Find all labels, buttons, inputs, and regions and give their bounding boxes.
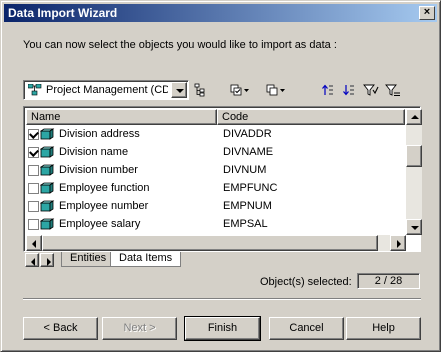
- hierarchy-icon: [194, 83, 205, 97]
- tab-data-items[interactable]: Data Items: [110, 252, 182, 267]
- scroll-left-button[interactable]: [26, 235, 42, 251]
- row-name-cell: Employee function: [26, 182, 217, 194]
- row-checkbox[interactable]: [28, 182, 39, 194]
- vertical-scrollbar[interactable]: [406, 109, 422, 235]
- row-code: DIVNAME: [223, 146, 274, 158]
- table-row[interactable]: Division name DIVNAME: [26, 143, 405, 161]
- scroll-up-button[interactable]: [406, 109, 422, 125]
- tab-entities[interactable]: Entities: [61, 252, 116, 267]
- wizard-window: Data Import Wizard × You can now select …: [0, 0, 441, 352]
- cancel-button[interactable]: Cancel: [269, 317, 344, 340]
- row-checkbox[interactable]: [28, 218, 39, 230]
- column-header-code[interactable]: Code: [217, 109, 405, 125]
- row-name-cell: Division number: [26, 164, 217, 176]
- finish-button-label: Finish: [207, 322, 238, 334]
- row-name: Division number: [59, 164, 138, 176]
- horizontal-scroll-thumb[interactable]: [42, 235, 378, 251]
- close-icon: ×: [423, 6, 431, 18]
- next-button[interactable]: Next >: [102, 317, 177, 340]
- row-checkbox[interactable]: [28, 128, 39, 140]
- back-button[interactable]: < Back: [23, 317, 98, 340]
- entity-icon: [40, 200, 55, 212]
- row-code: EMPFUNC: [223, 182, 278, 194]
- scroll-right-button[interactable]: [390, 235, 406, 251]
- row-checkbox[interactable]: [28, 164, 39, 176]
- separator: [23, 298, 421, 300]
- dropdown-arrow-icon[interactable]: [171, 82, 187, 98]
- hierarchy-button[interactable]: [191, 81, 209, 99]
- row-name-cell: Division address: [26, 128, 217, 140]
- filter-icon: [363, 84, 379, 96]
- close-button[interactable]: ×: [419, 6, 435, 20]
- tab-scroll-left-button[interactable]: [25, 253, 39, 267]
- table-row[interactable]: Division number DIVNUM: [26, 161, 405, 179]
- next-button-label: Next >: [123, 322, 156, 334]
- select-all-icon: [230, 84, 249, 96]
- tab-bar: Entities Data Items: [23, 252, 421, 268]
- row-code: EMPNUM: [223, 200, 272, 212]
- list-header: Name Code: [26, 109, 405, 125]
- row-name: Division name: [59, 146, 129, 158]
- objects-list: Name Code Division address DIVADDR Divisio…: [23, 106, 422, 252]
- help-button[interactable]: Help: [346, 317, 421, 340]
- scroll-down-button[interactable]: [406, 219, 422, 235]
- row-name: Employee number: [59, 200, 149, 212]
- clear-filter-button[interactable]: [384, 81, 402, 99]
- model-icon: [28, 84, 42, 96]
- entity-icon: [40, 218, 55, 230]
- row-code: DIVADDR: [223, 128, 272, 140]
- entity-icon: [40, 146, 55, 158]
- row-code: DIVNUM: [223, 164, 267, 176]
- back-button-label: < Back: [43, 322, 78, 334]
- filter-button[interactable]: [362, 81, 380, 99]
- row-code: EMPSAL: [223, 218, 268, 230]
- move-down-button[interactable]: [340, 81, 358, 99]
- move-down-icon: [343, 85, 354, 96]
- instruction-text: You can now select the objects you would…: [23, 39, 337, 51]
- window-title: Data Import Wizard: [8, 6, 118, 20]
- row-name-cell: Division name: [26, 146, 217, 158]
- row-name: Employee function: [59, 182, 150, 194]
- table-row[interactable]: Employee number EMPNUM: [26, 197, 405, 215]
- move-up-icon: [322, 84, 333, 95]
- title-bar: Data Import Wizard ×: [4, 4, 437, 22]
- row-name: Employee salary: [59, 218, 141, 230]
- deselect-all-button[interactable]: [261, 81, 291, 99]
- horizontal-scrollbar[interactable]: [26, 235, 406, 251]
- select-all-button[interactable]: [225, 81, 255, 99]
- finish-button[interactable]: Finish: [184, 316, 261, 341]
- selection-count-value: 2 / 28: [357, 273, 420, 289]
- row-name-cell: Employee salary: [26, 218, 217, 230]
- row-checkbox[interactable]: [28, 200, 39, 212]
- deselect-all-icon: [266, 84, 285, 96]
- table-row[interactable]: Division address DIVADDR: [26, 125, 405, 143]
- column-header-name[interactable]: Name: [26, 109, 217, 125]
- table-row[interactable]: Employee function EMPFUNC: [26, 179, 405, 197]
- model-select-value: Project Management (CDM): [46, 84, 168, 96]
- row-name: Division address: [59, 128, 140, 140]
- vertical-scroll-thumb[interactable]: [406, 145, 422, 167]
- selection-count-label: Object(s) selected:: [260, 276, 352, 288]
- entity-icon: [40, 128, 55, 140]
- help-button-label: Help: [372, 322, 395, 334]
- move-up-button[interactable]: [319, 81, 337, 99]
- clear-filter-icon: [385, 84, 400, 96]
- list-rows: Division address DIVADDR Division name DIVN…: [26, 125, 405, 233]
- entity-icon: [40, 164, 55, 176]
- entity-icon: [40, 182, 55, 194]
- row-checkbox[interactable]: [28, 146, 39, 158]
- row-name-cell: Employee number: [26, 200, 217, 212]
- table-row[interactable]: Employee salary EMPSAL: [26, 215, 405, 233]
- tab-scroll-right-button[interactable]: [40, 253, 54, 267]
- model-select[interactable]: Project Management (CDM): [23, 80, 189, 100]
- cancel-button-label: Cancel: [289, 322, 324, 334]
